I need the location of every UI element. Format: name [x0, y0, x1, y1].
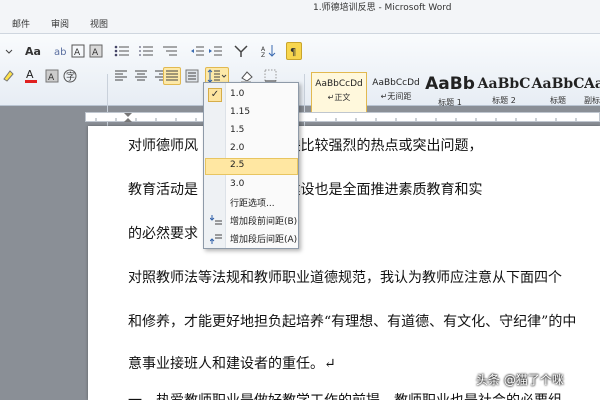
char-border-icon[interactable]: A — [70, 42, 86, 60]
show-marks-icon[interactable]: ¶ — [286, 42, 302, 60]
doc-line: 的必然要求 — [128, 226, 198, 242]
tab-mailings[interactable]: 邮件 — [12, 17, 30, 30]
style-sample: AaBbCcDd — [315, 79, 363, 89]
doc-line: 和修养，才能更好地担负起培养“有理想、有道德、有文化、守纪律”的中 — [128, 314, 577, 330]
enclosed-char-icon[interactable]: 字 — [62, 67, 78, 85]
svg-text:A: A — [26, 68, 34, 81]
decrease-indent-icon[interactable] — [190, 42, 206, 60]
style-sample: AaBb — [425, 74, 475, 94]
font-size-arrow[interactable] — [2, 42, 16, 60]
line-spacing-options-item[interactable]: 行距选项... — [205, 194, 298, 211]
svg-text:¶: ¶ — [290, 47, 296, 57]
style-no-spacing[interactable]: AaBbCcDd ↵无间距 — [368, 72, 424, 116]
window-title: 1.师德培训反思 - Microsoft Word — [313, 3, 452, 13]
doc-line: 意事业接班人和建设者的重任。↵ — [128, 356, 336, 372]
ruler-ticks — [95, 113, 577, 122]
style-subtitle[interactable]: AaBbC 副标题 — [584, 72, 600, 116]
style-sample: AaBbC — [584, 76, 600, 92]
change-case-label: Aa — [25, 44, 41, 58]
increase-indent-icon[interactable] — [208, 42, 224, 60]
horizontal-ruler[interactable] — [85, 112, 600, 122]
doc-line: 对师德师风 、人民群众反映比较强烈的热点或突出问题， — [128, 138, 483, 154]
svg-text:A: A — [74, 48, 81, 58]
style-heading-1[interactable]: AaBb 标题 1 — [422, 72, 478, 116]
option-label: 3.0 — [230, 179, 245, 189]
svg-text:A: A — [48, 73, 55, 83]
doc-line: 一、热爱教师职业是做好教学工作的前提，教师职业也是社会的必要组 — [128, 390, 562, 400]
title-bar: 1.师德培训反思 - Microsoft Word — [0, 0, 600, 14]
font-color-icon[interactable]: A — [22, 67, 42, 85]
watermark: 头条 @猫了个咪 — [476, 373, 564, 387]
style-name: ↵无间距 — [380, 92, 412, 101]
space-before-icon — [210, 215, 222, 225]
line-spacing-menu: ✓ 1.0 1.15 1.5 2.0 2.5 3.0 行距选项... 增加段前间… — [203, 82, 299, 249]
char-shading-icon[interactable]: A — [88, 42, 104, 60]
svg-text:Z: Z — [261, 52, 265, 58]
style-title[interactable]: AaBbC 标题 — [530, 72, 586, 116]
add-space-after-item[interactable]: 增加段后间距(A) — [205, 230, 298, 247]
option-label: 行距选项... — [230, 199, 275, 209]
doc-line: 对照教师法等法规和教师职业道德规范，我认为教师应注意从下面四个 — [128, 270, 562, 286]
add-space-before-item[interactable]: 增加段前间距(B) — [205, 212, 298, 229]
styles-gallery: AaBbCcDd ↵正文 AaBbCcDd ↵无间距 AaBb 标题 1 AaB… — [309, 72, 600, 116]
tab-view[interactable]: 视图 — [90, 17, 108, 30]
distributed-icon[interactable] — [183, 67, 201, 85]
style-name: 标题 1 — [438, 98, 462, 107]
svg-text:字: 字 — [66, 71, 75, 83]
checkmark-icon: ✓ — [208, 88, 222, 102]
multilevel-list-icon[interactable] — [160, 42, 180, 60]
doc-line: 教育活动是 加强师德师风建设也是全面推进素质教育和实 — [128, 182, 483, 198]
tab-review[interactable]: 审阅 — [51, 17, 69, 30]
line-spacing-option-1-0[interactable]: ✓ 1.0 — [205, 87, 298, 104]
change-case-button[interactable]: Aa — [22, 42, 44, 60]
highlight-color-icon[interactable] — [0, 67, 20, 85]
style-sample: AaBbC — [477, 76, 531, 92]
style-name: 副标题 — [584, 96, 600, 105]
option-label: 1.5 — [230, 125, 245, 135]
option-label: 1.0 — [230, 89, 245, 99]
line-spacing-option-3-0[interactable]: 3.0 — [205, 177, 298, 194]
style-name: 标题 2 — [492, 96, 516, 105]
option-label: 增加段前间距(B) — [230, 217, 298, 227]
style-sample: AaBbCcDd — [372, 78, 420, 88]
option-label: 2.5 — [230, 160, 245, 170]
style-sample: AaBbC — [531, 76, 585, 92]
line-spacing-option-2-5[interactable]: 2.5 — [205, 158, 298, 175]
style-name: ↵正文 — [327, 93, 351, 102]
align-center-icon[interactable] — [132, 67, 150, 85]
line-spacing-option-2-0[interactable]: 2.0 — [205, 141, 298, 158]
document-page[interactable]: 对师德师风 、人民群众反映比较强烈的热点或突出问题， 教育活动是 加强师德师风建… — [88, 126, 600, 400]
bullets-icon[interactable] — [112, 42, 132, 60]
ribbon-tabs: 邮件 审阅 视图 — [0, 14, 600, 34]
align-left-icon[interactable] — [112, 67, 130, 85]
option-label: 增加段后间距(A) — [230, 235, 298, 245]
ribbon: Aa ab A A AZ ¶ A A 字 AaBbCcDd ↵正文 AaBbCc… — [0, 34, 600, 138]
style-name: 标题 — [550, 96, 566, 105]
numbering-icon[interactable] — [136, 42, 156, 60]
line-spacing-option-1-15[interactable]: 1.15 — [205, 105, 298, 122]
space-after-icon — [210, 234, 222, 244]
svg-text:A: A — [92, 48, 99, 58]
phonetic-guide-icon[interactable]: ab — [52, 42, 68, 60]
char-color-icon[interactable]: A — [44, 67, 60, 85]
line-spacing-option-1-5[interactable]: 1.5 — [205, 123, 298, 140]
justify-icon[interactable] — [163, 67, 181, 85]
sort-icon[interactable]: AZ — [260, 42, 278, 60]
svg-text:ab: ab — [54, 47, 66, 58]
style-heading-2[interactable]: AaBbC 标题 2 — [476, 72, 532, 116]
style-normal[interactable]: AaBbCcDd ↵正文 — [311, 72, 367, 116]
option-label: 1.15 — [230, 107, 251, 117]
chinese-layout-icon[interactable] — [232, 42, 250, 60]
option-label: 2.0 — [230, 143, 245, 153]
